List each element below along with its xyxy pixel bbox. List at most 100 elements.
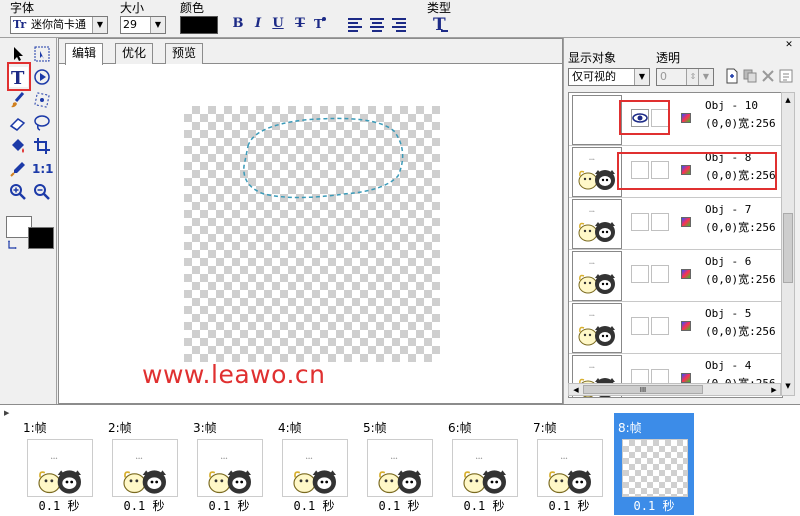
- lock-toggle[interactable]: [651, 317, 669, 335]
- italic-button[interactable]: I: [250, 16, 266, 32]
- text-shadow-button[interactable]: T: [312, 16, 328, 32]
- object-list-vertical-scrollbar[interactable]: ▲ ▼: [781, 92, 795, 396]
- scrollbar-thumb[interactable]: III: [583, 385, 703, 394]
- font-select-value: 迷你简卡通: [31, 18, 86, 31]
- marquee-select-icon: [34, 46, 50, 62]
- tab-optimize[interactable]: 优化: [115, 43, 154, 64]
- crop-icon: [34, 138, 50, 154]
- bold-button[interactable]: B: [230, 16, 246, 32]
- frame-cell[interactable]: 4:帧 0.1 秒: [274, 413, 354, 515]
- zoom-out-icon: [34, 184, 50, 200]
- object-row[interactable]: Obj - 7 (0,0)宽:256: [569, 197, 782, 250]
- align-right-button[interactable]: [390, 16, 408, 32]
- swap-colors-button[interactable]: [7, 239, 21, 251]
- strikethrough-button[interactable]: T: [292, 16, 308, 32]
- pointer-tool[interactable]: [8, 44, 28, 64]
- visibility-toggle[interactable]: [631, 317, 649, 335]
- lock-toggle[interactable]: [651, 213, 669, 231]
- object-list[interactable]: Obj - 10 (0,0)宽:256 Obj - 8 (0,0)宽:256 O…: [568, 92, 783, 398]
- frame-duration[interactable]: 0.1 秒: [274, 497, 354, 514]
- frame-cell[interactable]: 5:帧 0.1 秒: [359, 413, 439, 515]
- visibility-toggle[interactable]: [631, 265, 649, 283]
- object-name: Obj - 10: [705, 99, 758, 112]
- timeline-collapse-icon[interactable]: ▶: [4, 409, 12, 419]
- transform-icon: [34, 92, 50, 108]
- frame-label: 7:帧: [533, 421, 557, 435]
- text-type-icon: T: [433, 15, 448, 35]
- lasso-tool[interactable]: [32, 113, 52, 133]
- tab-preview[interactable]: 预览: [165, 43, 204, 64]
- color-swatch[interactable]: [180, 16, 218, 34]
- zoom-out-tool[interactable]: [32, 182, 52, 202]
- drawing-canvas[interactable]: [184, 106, 440, 362]
- new-object-button[interactable]: [724, 68, 740, 84]
- align-left-button[interactable]: [346, 16, 364, 32]
- frame-cell[interactable]: 8:帧 0.1 秒: [614, 413, 694, 515]
- display-filter-select[interactable]: 仅可视的 ▼: [568, 68, 650, 86]
- object-color-icon: [681, 321, 691, 331]
- frame-cell[interactable]: 7:帧 0.1 秒: [529, 413, 609, 515]
- arrow-pointer-icon: [14, 47, 23, 61]
- chevron-down-icon[interactable]: ▼: [698, 69, 713, 85]
- character-sprite-icon: [578, 157, 616, 191]
- scroll-right-icon[interactable]: ▶: [769, 385, 779, 395]
- frame-duration[interactable]: 0.1 秒: [529, 497, 609, 514]
- frame-duration[interactable]: 0.1 秒: [614, 497, 694, 514]
- scroll-up-icon[interactable]: ▲: [783, 95, 793, 105]
- transparency-input[interactable]: 0 ⇕ ▼: [656, 68, 714, 86]
- frame-cell[interactable]: 6:帧 0.1 秒: [444, 413, 524, 515]
- frame-cell[interactable]: 3:帧 0.1 秒: [189, 413, 269, 515]
- chevron-down-icon[interactable]: ▼: [150, 17, 165, 33]
- fill-tool[interactable]: [8, 136, 28, 156]
- duplicate-object-button[interactable]: [742, 68, 758, 84]
- visibility-toggle[interactable]: [631, 213, 649, 231]
- object-row[interactable]: Obj - 10 (0,0)宽:256: [569, 93, 782, 146]
- lasso-selection-outline: [243, 117, 404, 199]
- character-sprite-icon: [378, 455, 422, 495]
- close-icon[interactable]: ✕: [784, 40, 794, 50]
- object-properties-button[interactable]: [778, 68, 794, 84]
- select-tool[interactable]: [32, 44, 52, 64]
- scrollbar-thumb[interactable]: [783, 213, 793, 283]
- frame-duration[interactable]: 0.1 秒: [189, 497, 269, 514]
- scroll-down-icon[interactable]: ▼: [783, 381, 793, 391]
- font-type-icon: Tr: [13, 18, 27, 31]
- actual-size-tool[interactable]: 1:1: [32, 159, 54, 179]
- delete-object-button[interactable]: [760, 68, 776, 84]
- frame-thumbnail: [452, 439, 518, 497]
- crop-tool[interactable]: [32, 136, 52, 156]
- frame-duration[interactable]: 0.1 秒: [104, 497, 184, 514]
- foreground-color-swatch[interactable]: [28, 227, 54, 249]
- object-position: (0,0)宽:256: [705, 221, 776, 234]
- eyedropper-tool[interactable]: [8, 159, 28, 179]
- eraser-tool[interactable]: [8, 113, 28, 133]
- transform-tool[interactable]: [32, 90, 52, 110]
- chevron-down-icon[interactable]: ▼: [92, 17, 107, 33]
- frame-cell[interactable]: 2:帧 0.1 秒: [104, 413, 184, 515]
- scroll-left-icon[interactable]: ◀: [571, 385, 581, 395]
- frame-label: 3:帧: [193, 421, 217, 435]
- object-row[interactable]: Obj - 6 (0,0)宽:256: [569, 249, 782, 302]
- zoom-in-tool[interactable]: [8, 182, 28, 202]
- size-select[interactable]: 29 ▼: [120, 16, 166, 34]
- brush-icon: [11, 92, 25, 108]
- object-list-horizontal-scrollbar[interactable]: ◀ III ▶: [568, 383, 781, 396]
- frame-duration[interactable]: 0.1 秒: [444, 497, 524, 514]
- display-objects-label: 显示对象: [568, 51, 617, 65]
- underline-button[interactable]: U: [270, 16, 286, 32]
- chevron-down-icon[interactable]: ▼: [634, 69, 649, 85]
- text-type-button[interactable]: T: [430, 14, 450, 35]
- play-tool[interactable]: [32, 67, 52, 87]
- character-sprite-icon: [578, 261, 616, 295]
- lock-toggle[interactable]: [651, 265, 669, 283]
- frame-cell[interactable]: 1:帧 0.1 秒: [19, 413, 99, 515]
- frame-duration[interactable]: 0.1 秒: [19, 497, 99, 514]
- object-row[interactable]: Obj - 5 (0,0)宽:256: [569, 301, 782, 354]
- eraser-icon: [9, 118, 26, 131]
- frame-duration[interactable]: 0.1 秒: [359, 497, 439, 514]
- frame-thumbnail: [367, 439, 433, 497]
- tab-edit[interactable]: 编辑: [65, 43, 104, 65]
- align-center-button[interactable]: [368, 16, 386, 32]
- font-select[interactable]: Tr 迷你简卡通 ▼: [10, 16, 108, 34]
- brush-tool[interactable]: [8, 90, 28, 110]
